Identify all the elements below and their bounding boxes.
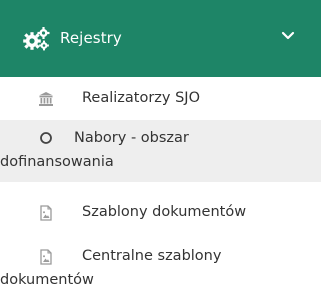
- menu-header-label: Rejestry: [60, 29, 122, 47]
- menu-item-label-line1: Centralne szablony: [82, 248, 222, 264]
- menu-item-realizatorzy-sjo[interactable]: Realizatorzy SJO: [0, 77, 321, 119]
- menu-item-label: Szablony dokumentów: [82, 204, 247, 220]
- menu-item-label-line2: dokumentów: [0, 272, 94, 288]
- bank-icon: [39, 92, 53, 106]
- circle-o-icon: [40, 132, 52, 144]
- menu-item-label-line1: Nabory - obszar: [74, 130, 189, 146]
- menu-item-nabory[interactable]: Nabory - obszar dofinansowania: [0, 120, 321, 182]
- file-image-icon: [40, 249, 52, 265]
- menu-header-rejestry[interactable]: Rejestry: [0, 0, 321, 77]
- menu-item-label: Realizatorzy SJO: [82, 90, 200, 106]
- file-image-icon: [40, 205, 52, 221]
- menu-item-szablony-dokumentow[interactable]: Szablony dokumentów: [0, 194, 321, 236]
- sidebar-menu: Rejestry Realizatorzy SJO Nabory - obsza…: [0, 0, 321, 302]
- cogs-icon: [23, 27, 50, 51]
- menu-item-centralne-szablony[interactable]: Centralne szablony dokumentów: [0, 236, 321, 298]
- menu-item-label-line2: dofinansowania: [0, 154, 114, 170]
- chevron-down-icon[interactable]: [281, 31, 295, 41]
